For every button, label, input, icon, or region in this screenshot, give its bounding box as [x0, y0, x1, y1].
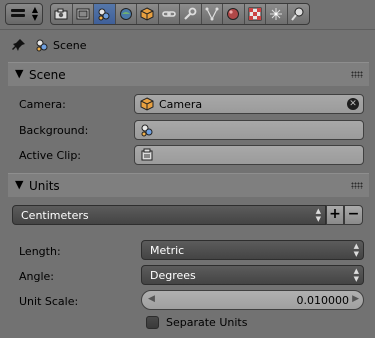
- tab-particles[interactable]: [266, 4, 288, 24]
- camera-icon: [54, 8, 68, 20]
- active-clip-field[interactable]: [134, 145, 364, 165]
- add-preset-button[interactable]: +: [326, 205, 344, 225]
- object-cube-icon: [140, 7, 154, 21]
- remove-preset-button[interactable]: −: [344, 205, 363, 225]
- separate-units-checkbox[interactable]: [146, 316, 159, 329]
- active-clip-label: Active Clip:: [19, 149, 82, 162]
- unit-presets-value: Centimeters: [21, 209, 89, 222]
- chevron-updown-icon: ▲ ▼: [353, 242, 359, 258]
- mesh-data-icon: [205, 7, 219, 21]
- render-layers-icon: [76, 8, 90, 20]
- physics-icon: [291, 7, 304, 21]
- tab-material[interactable]: [223, 4, 245, 24]
- collapse-triangle-icon: ▼: [15, 67, 24, 80]
- drag-grip-icon[interactable]: [351, 71, 363, 78]
- editor-type-button[interactable]: ▲ ▼: [5, 3, 43, 25]
- scene-panel-title: Scene: [29, 68, 66, 82]
- properties-header: ▲ ▼: [0, 0, 375, 30]
- particles-icon: [270, 8, 283, 20]
- tab-texture[interactable]: [245, 4, 266, 24]
- tab-scene[interactable]: [94, 4, 116, 24]
- angle-label: Angle:: [19, 270, 55, 283]
- unit-scale-label: Unit Scale:: [19, 295, 79, 308]
- chevron-updown-icon: ▲ ▼: [353, 267, 359, 283]
- background-label: Background:: [19, 124, 89, 137]
- material-sphere-icon: [227, 8, 240, 20]
- context-path: Scene: [0, 31, 375, 61]
- checker-texture-icon: [248, 7, 262, 21]
- editor-type-icon: [11, 9, 25, 20]
- tab-modifiers[interactable]: [180, 4, 202, 24]
- chevron-updown-icon: ▲ ▼: [31, 5, 38, 22]
- scene-icon: [98, 8, 110, 21]
- drag-grip-icon[interactable]: [351, 182, 363, 189]
- properties-tabs: [50, 3, 310, 25]
- length-value: Metric: [150, 244, 185, 257]
- world-icon: [119, 8, 132, 20]
- scene-panel-header[interactable]: ▼ Scene: [8, 62, 369, 86]
- scene-icon: [36, 39, 48, 52]
- movie-clip-icon: [141, 148, 153, 161]
- tab-object[interactable]: [137, 4, 159, 24]
- chevron-updown-icon: ▲ ▼: [315, 207, 321, 223]
- camera-label: Camera:: [19, 98, 66, 111]
- pin-icon[interactable]: [12, 38, 26, 52]
- separate-units-label: Separate Units: [166, 316, 248, 329]
- tab-world[interactable]: [116, 4, 137, 24]
- background-field[interactable]: [134, 120, 364, 140]
- tab-data[interactable]: [202, 4, 223, 24]
- units-panel-header[interactable]: ▼ Units: [8, 173, 369, 197]
- unit-presets-dropdown[interactable]: Centimeters ▲ ▼: [12, 205, 326, 225]
- unit-scale-value: 0.010000: [296, 294, 350, 307]
- tab-render-layers[interactable]: [73, 4, 94, 24]
- context-scene-label: Scene: [53, 39, 87, 52]
- length-label: Length:: [19, 245, 61, 258]
- decrement-arrow-icon[interactable]: ◀: [148, 294, 155, 304]
- chain-link-icon: [161, 11, 176, 17]
- units-panel-title: Units: [29, 179, 60, 193]
- wrench-icon: [184, 7, 197, 20]
- camera-field[interactable]: Camera ✕: [134, 94, 364, 114]
- increment-arrow-icon[interactable]: ▶: [352, 294, 359, 304]
- angle-dropdown[interactable]: Degrees ▲ ▼: [141, 265, 364, 285]
- camera-field-value: Camera: [159, 98, 203, 111]
- tab-physics[interactable]: [288, 4, 310, 24]
- tab-render[interactable]: [51, 4, 73, 24]
- angle-value: Degrees: [150, 269, 196, 282]
- tab-constraints[interactable]: [159, 4, 180, 24]
- object-cube-icon: [140, 97, 154, 111]
- clear-x-icon[interactable]: ✕: [347, 98, 359, 110]
- length-dropdown[interactable]: Metric ▲ ▼: [141, 240, 364, 260]
- scene-icon: [141, 124, 153, 137]
- collapse-triangle-icon: ▼: [15, 178, 24, 191]
- unit-scale-field[interactable]: ◀ 0.010000 ▶: [141, 290, 364, 310]
